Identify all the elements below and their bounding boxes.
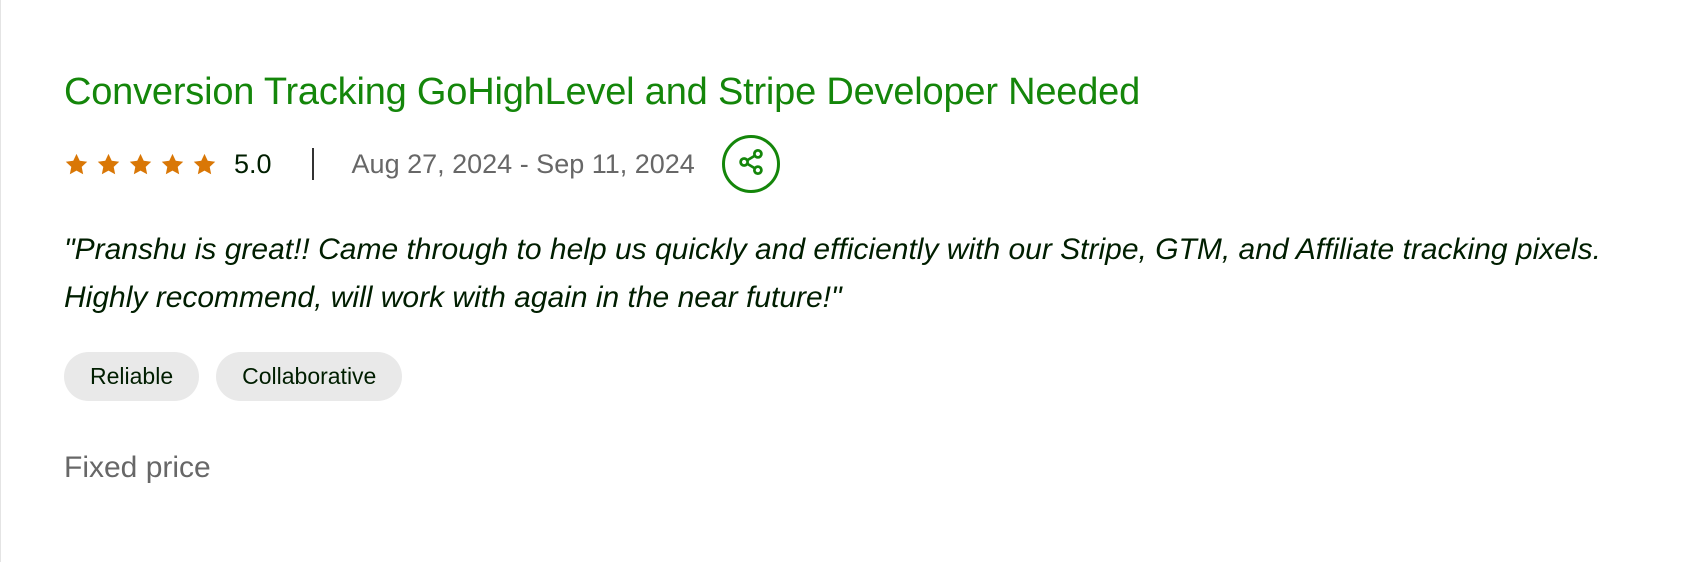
review-meta: 5.0 Aug 27, 2024 - Sep 11, 2024 — [64, 132, 1664, 196]
contract-date-range: Aug 27, 2024 - Sep 11, 2024 — [351, 148, 695, 179]
star-icon — [64, 152, 89, 177]
meta-divider — [311, 148, 314, 180]
share-icon — [736, 147, 766, 182]
rating-value: 5.0 — [234, 148, 272, 179]
star-icon — [192, 152, 217, 177]
star-icon — [160, 152, 185, 177]
feedback-tags: Reliable Collaborative — [64, 352, 1664, 401]
tag-reliable: Reliable — [64, 352, 200, 401]
star-rating — [64, 152, 217, 177]
work-history-review: Conversion Tracking GoHighLevel and Stri… — [64, 66, 1664, 485]
left-border — [0, 0, 1, 562]
job-title-link[interactable]: Conversion Tracking GoHighLevel and Stri… — [64, 66, 1664, 118]
client-feedback: "Pranshu is great!! Came through to help… — [64, 233, 1601, 314]
contract-type: Fixed price — [64, 451, 211, 484]
tag-collaborative: Collaborative — [216, 352, 403, 401]
share-button[interactable] — [721, 135, 780, 193]
star-icon — [128, 152, 153, 177]
star-icon — [96, 152, 121, 177]
